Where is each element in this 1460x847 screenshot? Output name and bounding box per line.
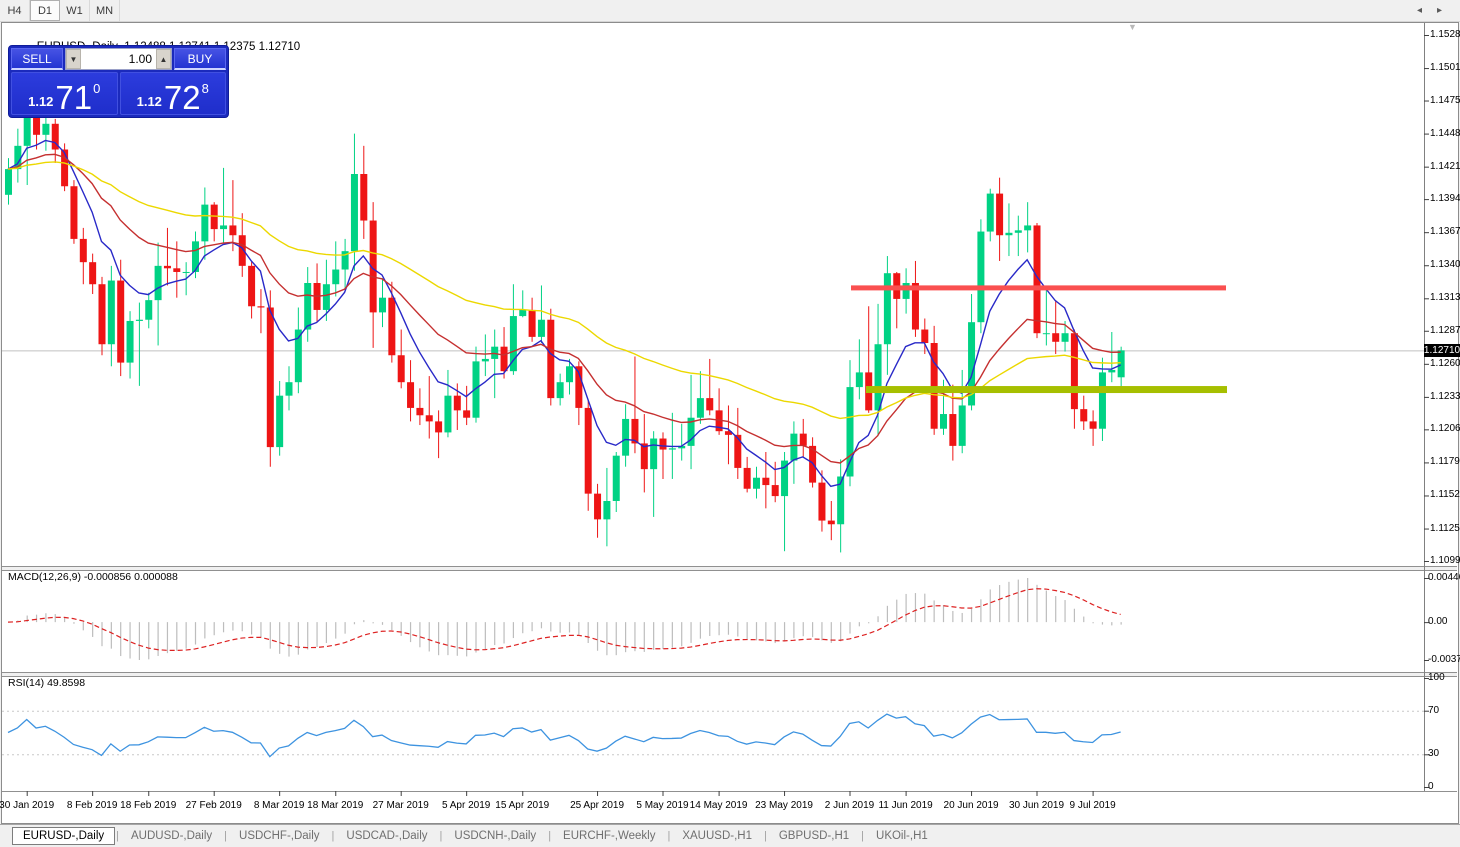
- buy-price-display[interactable]: 1.12728: [120, 72, 227, 115]
- tab-separator: |: [861, 830, 864, 842]
- price-axis-label: 1.13945: [1430, 193, 1460, 204]
- symbol-tab-usdcad[interactable]: USDCAD-,Daily: [335, 827, 438, 845]
- buy-price-big: 72: [164, 84, 201, 111]
- symbol-tab-xauusd[interactable]: XAUUSD-,H1: [671, 827, 763, 845]
- tab-separator: |: [116, 830, 119, 842]
- price-axis-label: 1.13135: [1430, 292, 1460, 303]
- triangle-up-icon: ▲: [160, 55, 168, 64]
- triangle-down-icon: ▼: [70, 55, 78, 64]
- date-axis-label: 9 Jul 2019: [1051, 800, 1135, 811]
- price-axis-label: 1.11795: [1430, 456, 1460, 467]
- symbol-tab-gbpusd[interactable]: GBPUSD-,H1: [768, 827, 860, 845]
- price-axis-label: 1.12330: [1430, 391, 1460, 402]
- sell-price-sup: 0: [93, 81, 100, 96]
- timeframe-button-mn[interactable]: MN: [90, 0, 120, 21]
- volume-increase-button[interactable]: ▲: [156, 49, 171, 69]
- sell-button[interactable]: SELL: [11, 48, 63, 70]
- tab-separator: |: [440, 830, 443, 842]
- price-axis-label: 1.13675: [1430, 226, 1460, 237]
- symbol-tab-audusd[interactable]: AUDUSD-,Daily: [120, 827, 223, 845]
- price-axis-label: 1.11255: [1430, 523, 1460, 534]
- price-axis-label: 1.15285: [1430, 29, 1460, 40]
- chart-shift-marker-icon[interactable]: ▼: [1128, 22, 1137, 32]
- rsi-axis-label: 0: [1428, 781, 1434, 792]
- timeframe-button-d1[interactable]: D1: [30, 0, 60, 21]
- tab-separator: |: [224, 830, 227, 842]
- sell-price-prefix: 1.12: [28, 94, 53, 109]
- chart-canvas[interactable]: [0, 0, 1460, 847]
- sell-price-display[interactable]: 1.12710: [11, 72, 118, 115]
- buy-price-sup: 8: [202, 81, 209, 96]
- price-axis-label: 1.15015: [1430, 62, 1460, 73]
- symbol-tab-eurchf[interactable]: EURCHF-,Weekly: [552, 827, 666, 845]
- ohlc-close: 1.12710: [259, 41, 301, 53]
- rsi-label: RSI(14) 49.8598: [8, 677, 85, 689]
- volume-spinner: ▼ ▲: [65, 48, 172, 70]
- macd-axis-label: -0.003715: [1428, 654, 1460, 665]
- tab-separator: |: [667, 830, 670, 842]
- price-axis-label: 1.13405: [1430, 259, 1460, 270]
- timeframe-button-w1[interactable]: W1: [60, 0, 90, 21]
- price-axis-label: 1.10990: [1430, 555, 1460, 566]
- volume-input[interactable]: [81, 49, 156, 69]
- symbol-tab-usdchf[interactable]: USDCHF-,Daily: [228, 827, 331, 845]
- macd-label: MACD(12,26,9) -0.000856 0.000088: [8, 571, 178, 583]
- timeframe-button-h4[interactable]: H4: [0, 0, 30, 21]
- symbol-tab-eurusd[interactable]: EURUSD-,Daily: [12, 827, 115, 845]
- price-axis-label: 1.12600: [1430, 358, 1460, 369]
- price-axis-label: 1.11525: [1430, 489, 1460, 500]
- current-price-tag: 1.12710: [1424, 344, 1460, 357]
- symbol-tab-bar: EURUSD-,Daily|AUDUSD-,Daily|USDCHF-,Dail…: [0, 824, 1460, 847]
- sell-price-big: 71: [55, 84, 92, 111]
- tab-separator: |: [548, 830, 551, 842]
- symbol-tab-ukoil[interactable]: UKOil-,H1: [865, 827, 939, 845]
- volume-decrease-button[interactable]: ▼: [66, 49, 81, 69]
- price-axis-label: 1.12065: [1430, 423, 1460, 434]
- price-axis-label: 1.14750: [1430, 95, 1460, 106]
- macd-axis-label: 0.004465: [1428, 572, 1460, 583]
- date-axis-label: 15 Apr 2019: [480, 800, 564, 811]
- tab-scroll-right-icon[interactable]: ▸: [1437, 5, 1442, 842]
- price-axis-label: 1.12870: [1430, 325, 1460, 336]
- trading-terminal: H4D1W1MN ▲EURUSD-,Daily 1.12488 1.12741 …: [0, 0, 1460, 847]
- symbol-tab-usdcnh[interactable]: USDCNH-,Daily: [443, 827, 547, 845]
- price-axis-label: 1.14210: [1430, 161, 1460, 172]
- tab-scroll-left-icon[interactable]: ◂: [1417, 5, 1422, 842]
- tab-separator: |: [764, 830, 767, 842]
- timeframe-toolbar: H4D1W1MN: [0, 0, 1460, 22]
- tab-separator: |: [332, 830, 335, 842]
- one-click-trading-panel: SELL ▼ ▲ BUY 1.12710 1.12728: [8, 45, 229, 118]
- price-axis-label: 1.14480: [1430, 128, 1460, 139]
- buy-button[interactable]: BUY: [174, 48, 226, 70]
- buy-price-prefix: 1.12: [137, 94, 162, 109]
